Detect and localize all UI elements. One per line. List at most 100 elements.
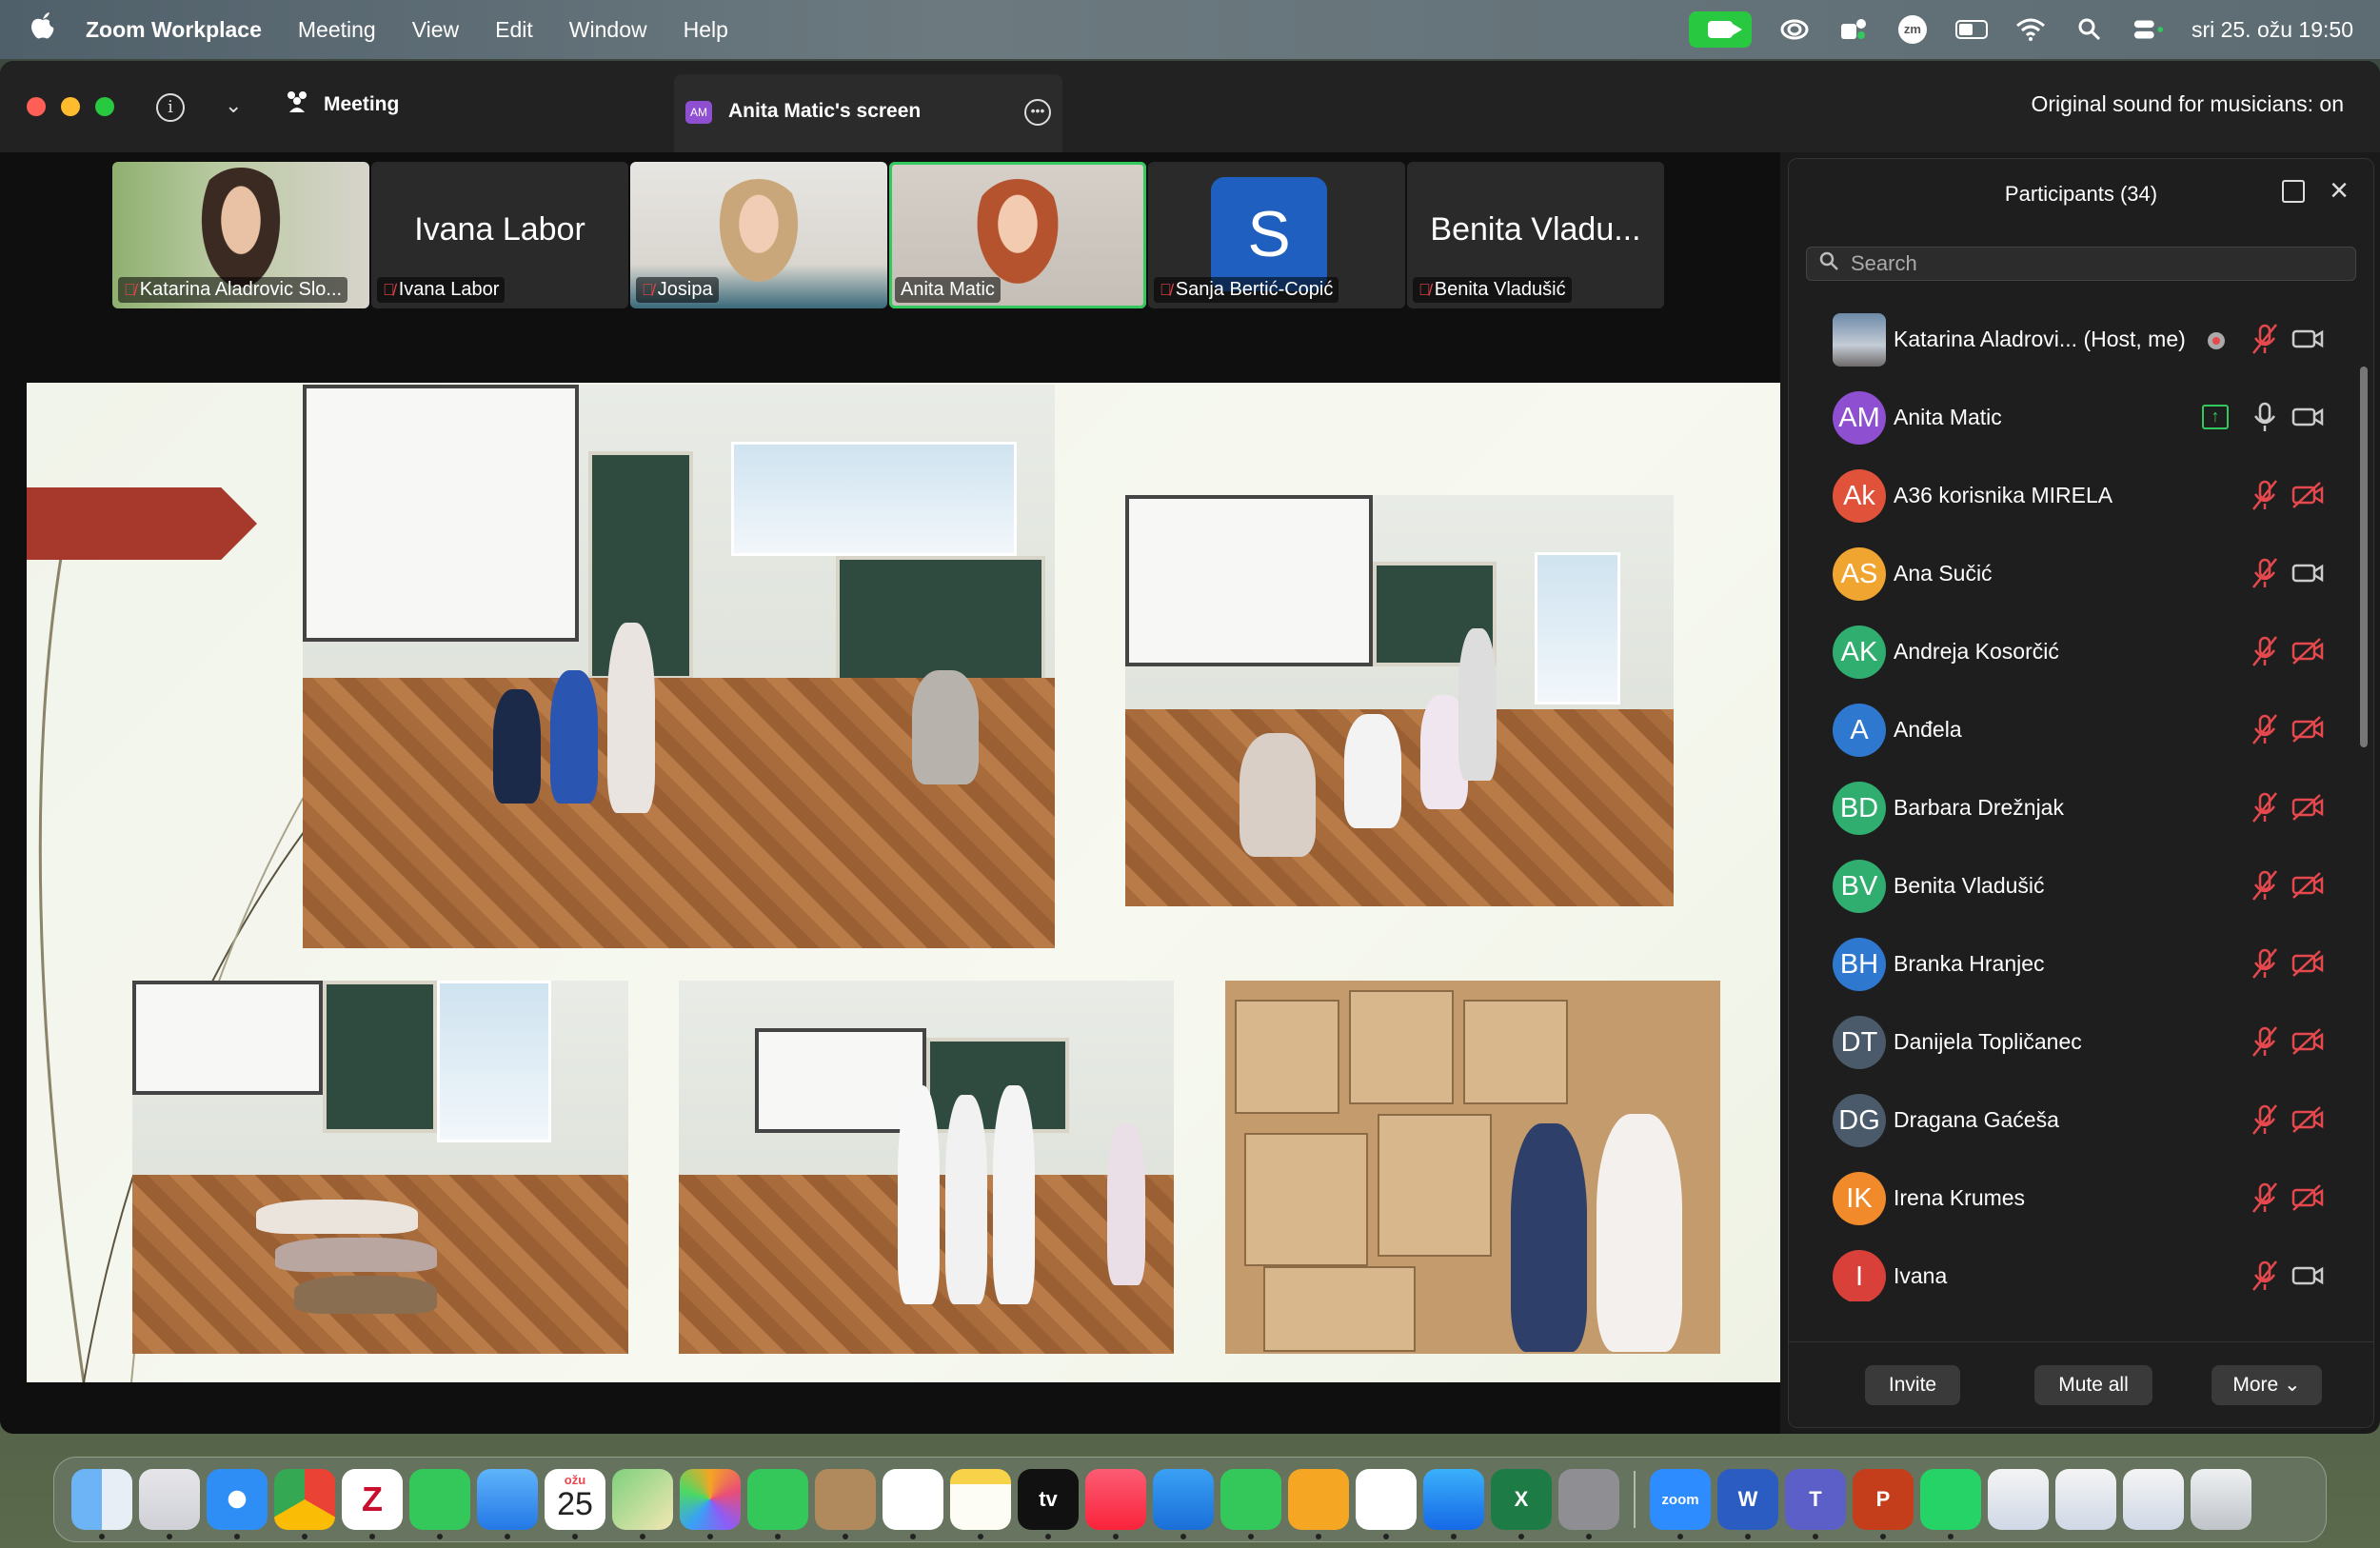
menu-view[interactable]: View [394,17,477,43]
dock-pages-icon[interactable] [1288,1469,1349,1539]
participant-row[interactable]: Ak A36 korisnika MIRELA [1789,458,2360,536]
participant-row[interactable]: I Ivana [1789,1239,2360,1301]
dock-trash-icon[interactable] [2191,1469,2251,1530]
screen-share-tab[interactable]: AM Anita Matic's screen ••• [674,74,1062,152]
dock-folder-2-icon[interactable] [2055,1469,2116,1530]
menu-app-name[interactable]: Zoom Workplace [86,17,280,43]
camera-off-icon[interactable] [2291,481,2324,509]
camera-off-icon[interactable] [2291,1105,2324,1134]
dock-folder-3-icon[interactable] [2123,1469,2184,1530]
dock-numbers-icon[interactable] [1220,1469,1281,1539]
dock-finder-icon[interactable] [71,1469,132,1539]
camera-icon[interactable] [2291,403,2324,431]
mic-muted-icon[interactable] [2250,1181,2280,1214]
participant-row[interactable]: A Anđela [1789,692,2360,770]
camera-off-icon[interactable] [2291,637,2324,665]
teams-status-icon[interactable] [1837,15,1870,44]
video-tile-anita-matic[interactable]: Anita Matic [889,162,1146,308]
mute-all-button[interactable]: Mute all [2034,1365,2152,1405]
battery-icon[interactable] [1954,15,1988,44]
participant-row[interactable]: BV Benita Vladušić [1789,848,2360,926]
dock-settings-icon[interactable] [1558,1469,1619,1539]
dock-teams-icon[interactable]: T [1785,1469,1846,1539]
dock-mail-icon[interactable] [477,1469,538,1539]
apple-icon[interactable] [0,11,86,48]
search-input[interactable] [1851,251,2327,276]
dock-music-icon[interactable] [1085,1469,1146,1539]
dock-calendar-icon[interactable]: ožu 25 [545,1469,605,1539]
minimize-window-button[interactable] [61,97,80,116]
dock-maps-icon[interactable] [612,1469,673,1539]
more-button[interactable]: More ⌄ [2211,1365,2322,1405]
mic-muted-icon[interactable] [2250,947,2280,980]
camera-off-icon[interactable] [2291,1183,2324,1212]
participant-row[interactable]: AK Andreja Kosorčić [1789,614,2360,692]
mic-muted-icon[interactable] [2250,557,2280,589]
dock-reminders-icon[interactable] [883,1469,943,1539]
mic-muted-icon[interactable] [2250,635,2280,667]
menu-window[interactable]: Window [551,17,665,43]
camera-off-icon[interactable] [2291,871,2324,900]
mic-muted-icon[interactable] [2250,1103,2280,1136]
video-tile-benita[interactable]: Benita Vladu... 🎙̸ Benita Vladušić [1407,162,1664,308]
dock-word-icon[interactable]: W [1717,1469,1778,1539]
camera-off-icon[interactable] [2291,1027,2324,1056]
invite-button[interactable]: Invite [1865,1365,1960,1405]
participant-row[interactable]: BD Barbara Drežnjak [1789,770,2360,848]
chevron-down-icon[interactable]: ⌄ [225,93,242,118]
meeting-tab[interactable]: Meeting [284,89,399,119]
dock-zoom-icon[interactable]: zoom [1650,1469,1711,1539]
dock-app-store-icon[interactable] [1423,1469,1484,1539]
menubar-clock[interactable]: sri 25. ožu 19:50 [2192,17,2353,43]
menu-edit[interactable]: Edit [477,17,551,43]
dock-launchpad-icon[interactable] [139,1469,200,1539]
camera-off-icon[interactable] [2291,949,2324,978]
video-tile-josipa[interactable]: 🎙̸ Josipa [630,162,887,308]
mic-muted-icon[interactable] [2250,1025,2280,1058]
mic-muted-icon[interactable] [2250,869,2280,902]
camera-icon[interactable] [2291,559,2324,587]
dock-keynote-icon[interactable] [1153,1469,1214,1539]
zoom-menubar-icon[interactable]: zm [1896,15,1929,44]
meeting-info-icon[interactable]: i [156,93,185,122]
mic-muted-icon[interactable] [2250,1260,2280,1292]
mic-muted-icon[interactable] [2250,323,2280,355]
more-options-icon[interactable]: ••• [1024,99,1051,126]
dock-zotero-icon[interactable]: Z [342,1469,403,1539]
participant-row[interactable]: Katarina Aladrovi... (Host, me) [1789,302,2360,380]
participant-row[interactable]: AS Ana Sučić [1789,536,2360,614]
dock-notes-icon[interactable] [950,1469,1011,1539]
wifi-icon[interactable] [2014,15,2047,44]
zoom-video-status-icon[interactable] [1688,11,1752,48]
dock-excel-icon[interactable]: X [1491,1469,1552,1539]
video-tile-sanja[interactable]: S 🎙̸ Sanja Bertić-Copić [1148,162,1405,308]
close-window-button[interactable] [27,97,46,116]
mic-muted-icon[interactable] [2250,791,2280,824]
dock-photos-icon[interactable] [680,1469,741,1539]
mic-muted-icon[interactable] [2250,713,2280,745]
video-tile-katarina[interactable]: 🎙̸ Katarina Aladrovic Slo... [112,162,369,308]
dock-freeform-icon[interactable] [1356,1469,1417,1539]
dock-facetime-icon[interactable] [747,1469,808,1539]
camera-off-icon[interactable] [2291,715,2324,744]
participant-row[interactable]: IK Irena Krumes [1789,1161,2360,1239]
zoom-window-button[interactable] [95,97,114,116]
video-tile-ivana-labor[interactable]: Ivana Labor 🎙̸ Ivana Labor [371,162,628,308]
dock-whatsapp-icon[interactable] [1920,1469,1981,1539]
creative-cloud-icon[interactable] [1778,15,1811,44]
dock-chrome-icon[interactable] [274,1469,335,1539]
camera-icon[interactable] [2291,1261,2324,1290]
participant-row[interactable]: BH Branka Hranjec [1789,926,2360,1004]
menu-help[interactable]: Help [665,17,746,43]
menu-meeting[interactable]: Meeting [280,17,394,43]
dock-apple-tv-icon[interactable]: tv [1018,1469,1079,1539]
mic-icon[interactable] [2250,401,2280,433]
dock-powerpoint-icon[interactable]: P [1853,1469,1914,1539]
camera-icon[interactable] [2291,325,2324,353]
camera-off-icon[interactable] [2291,793,2324,822]
mic-muted-icon[interactable] [2250,479,2280,511]
dock-safari-icon[interactable] [207,1469,268,1539]
participant-row[interactable]: AM Anita Matic ↑ [1789,380,2360,458]
spotlight-search-icon[interactable] [2073,15,2106,44]
participants-scrollbar[interactable] [2360,367,2368,747]
